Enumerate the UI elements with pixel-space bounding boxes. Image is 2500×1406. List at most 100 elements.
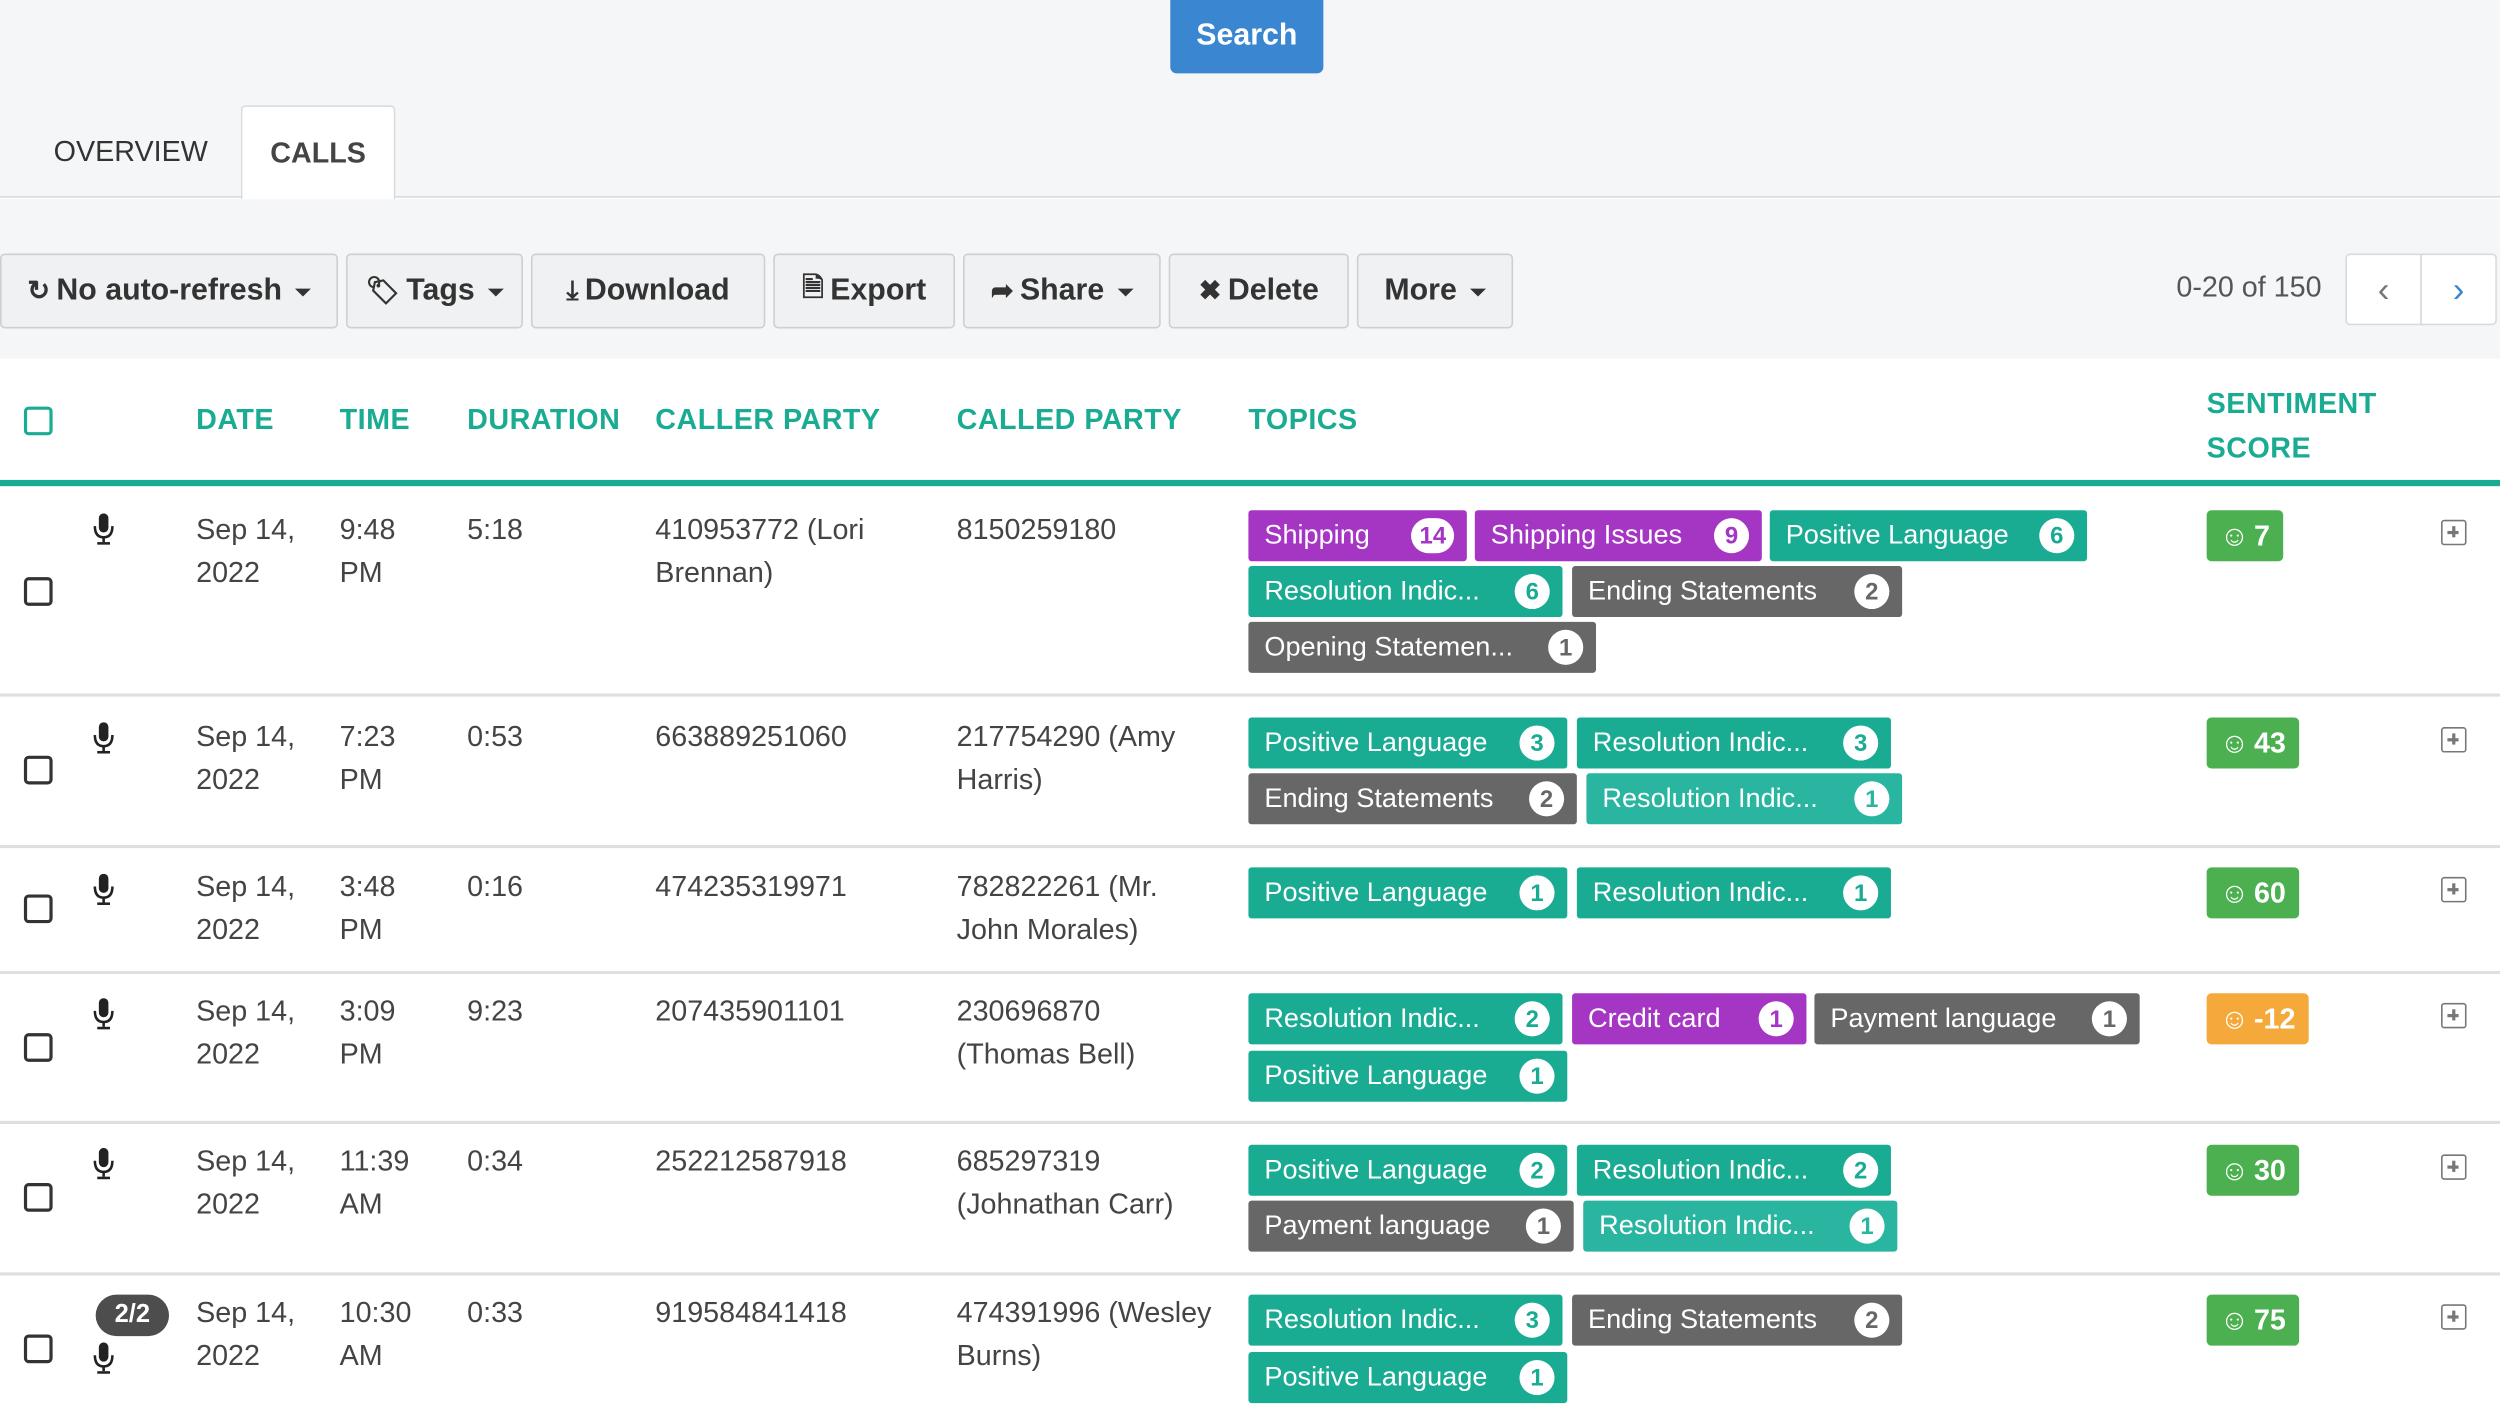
time-cell: 10:30 AM xyxy=(339,1296,412,1372)
topic-tag[interactable]: Credit card 1 xyxy=(1572,993,1807,1045)
auto-refresh-button[interactable]: ↻ No auto-refresh xyxy=(0,253,339,329)
table-row[interactable]: Sep 14, 2022 9:48 PM 5:18 410953772 (Lori B… xyxy=(0,486,2500,697)
topic-tag[interactable]: Resolution Indic... 2 xyxy=(1576,1144,1891,1196)
expand-icon[interactable] xyxy=(2441,519,2467,546)
select-all-checkbox[interactable] xyxy=(23,406,53,436)
caller-party-cell: 252212587918 xyxy=(655,1144,847,1177)
topic-tag[interactable]: Resolution Indic... 1 xyxy=(1586,773,1903,825)
topic-tag[interactable]: Resolution Indic... 2 xyxy=(1248,993,1563,1045)
caller-party-cell: 474235319971 xyxy=(655,870,847,903)
topic-tag[interactable]: Ending Statements 2 xyxy=(1248,773,1577,825)
table-header: DATE TIME DURATION CALLER PARTY CALLED P… xyxy=(0,358,2500,487)
expand-icon[interactable] xyxy=(2441,727,2467,753)
close-icon: ✖ xyxy=(1198,275,1222,306)
file-excel-icon: 🗎 xyxy=(802,272,824,303)
topic-tag[interactable]: Positive Language 1 xyxy=(1248,867,1568,919)
download-label: Download xyxy=(584,273,730,307)
microphone-icon[interactable] xyxy=(92,722,114,754)
chevron-left-icon: ‹ xyxy=(2377,268,2390,309)
expand-icon[interactable] xyxy=(2441,1002,2467,1029)
export-button[interactable]: 🗎 Export xyxy=(773,253,956,329)
topic-tag[interactable]: Payment language 1 xyxy=(1814,993,2140,1045)
called-party-cell: 782822261 (Mr. John Morales) xyxy=(956,870,1158,946)
pager-text: 0-20 of 150 xyxy=(2176,271,2322,303)
topic-tag[interactable]: Positive Language 1 xyxy=(1248,1050,1568,1102)
share-button[interactable]: ➦ Share xyxy=(963,253,1161,329)
row-checkbox[interactable] xyxy=(23,1334,53,1364)
topic-tag[interactable]: Resolution Indic... 3 xyxy=(1576,717,1891,769)
topic-tag[interactable]: Positive Language 6 xyxy=(1769,510,2088,562)
table-row[interactable]: Sep 14, 2022 3:48 PM 0:16 474235319971 782… xyxy=(0,848,2500,975)
caller-party-cell: 663889251060 xyxy=(655,720,847,753)
chevron-down-icon xyxy=(1469,288,1486,297)
topic-tag[interactable]: Payment language 1 xyxy=(1248,1200,1574,1252)
topic-tag[interactable]: Resolution Indic... 6 xyxy=(1248,566,1563,618)
search-button[interactable]: Search xyxy=(1170,0,1324,74)
more-button[interactable]: More xyxy=(1356,253,1514,329)
expand-icon[interactable] xyxy=(2441,876,2467,903)
smile-icon: ☺ xyxy=(2219,1002,2250,1034)
toolbar: ↻ No auto-refresh 🏷︎ Tags ⤓ Download 🗎 E… xyxy=(0,199,2500,359)
table-row[interactable]: Sep 14, 2022 7:23 PM 0:53 663889251060 217… xyxy=(0,696,2500,849)
topic-tag[interactable]: Resolution Indic... 1 xyxy=(1583,1200,1898,1252)
sentiment-badge: ☺ 60 xyxy=(2206,867,2300,919)
table-row[interactable]: Sep 14, 2022 11:39 AM 0:34 252212587918 68… xyxy=(0,1124,2500,1276)
duration-cell: 0:53 xyxy=(467,720,524,753)
delete-button[interactable]: ✖ Delete xyxy=(1168,253,1349,329)
row-checkbox[interactable] xyxy=(23,755,53,785)
tag-icon: 🏷︎ xyxy=(365,275,400,306)
date-cell: Sep 14, 2022 xyxy=(196,994,296,1070)
topic-tag[interactable]: Ending Statements 2 xyxy=(1572,1294,1903,1346)
date-cell: Sep 14, 2022 xyxy=(196,1296,296,1372)
row-checkbox[interactable] xyxy=(23,1183,53,1212)
topic-tag[interactable]: Positive Language 2 xyxy=(1248,1144,1568,1196)
expand-icon[interactable] xyxy=(2441,1154,2467,1180)
topic-tag[interactable]: Positive Language 3 xyxy=(1248,717,1568,769)
header-time[interactable]: TIME xyxy=(340,403,410,436)
time-cell: 3:09 PM xyxy=(339,994,396,1070)
header-duration[interactable]: DURATION xyxy=(467,403,620,436)
header-called-party[interactable]: CALLED PARTY xyxy=(957,403,1182,436)
microphone-icon[interactable] xyxy=(92,513,114,545)
caller-party-cell: 919584841418 xyxy=(655,1296,847,1329)
row-checkbox[interactable] xyxy=(23,894,53,924)
topic-tag[interactable]: Resolution Indic... 1 xyxy=(1576,867,1891,919)
topic-tag[interactable]: Resolution Indic... 3 xyxy=(1248,1294,1563,1346)
header-sentiment-score[interactable]: SENTIMENT SCORE xyxy=(2207,381,2377,470)
table-row[interactable]: Sep 14, 2022 3:09 PM 9:23 207435901101 230… xyxy=(0,974,2500,1125)
tab-overview[interactable]: OVERVIEW xyxy=(29,105,233,199)
topic-tag[interactable]: Shipping 14 xyxy=(1248,510,1467,562)
topic-tag[interactable]: Opening Statemen... 1 xyxy=(1248,621,1596,673)
microphone-icon[interactable] xyxy=(92,998,114,1030)
topic-tag[interactable]: Ending Statements 2 xyxy=(1572,566,1903,618)
expand-icon[interactable] xyxy=(2441,1304,2467,1330)
next-page-button[interactable]: › xyxy=(2420,253,2497,326)
header-sentiment-line1: SENTIMENT xyxy=(2206,387,2377,420)
row-checkbox[interactable] xyxy=(23,1033,53,1062)
header-sentiment-line2: SCORE xyxy=(2206,432,2312,464)
tags-button[interactable]: 🏷︎ Tags xyxy=(345,253,523,329)
smile-icon: ☺ xyxy=(2219,518,2250,551)
row-checkbox[interactable] xyxy=(23,577,53,606)
duration-cell: 0:34 xyxy=(467,1144,524,1177)
delete-label: Delete xyxy=(1227,273,1319,307)
tags-label: Tags xyxy=(406,273,475,307)
share-icon: ➦ xyxy=(990,275,1014,306)
microphone-icon[interactable] xyxy=(92,1342,114,1374)
table-row[interactable]: 2/2 Sep 14, 2022 10:30 AM 0:33 91958484141… xyxy=(0,1275,2500,1406)
microphone-icon[interactable] xyxy=(92,873,114,906)
header-caller-party[interactable]: CALLER PARTY xyxy=(655,403,880,436)
sentiment-badge: ☺ -12 xyxy=(2206,993,2309,1045)
header-topics[interactable]: TOPICS xyxy=(1248,403,1357,436)
topic-tag[interactable]: Positive Language 1 xyxy=(1248,1352,1568,1404)
prev-page-button[interactable]: ‹ xyxy=(2345,253,2422,326)
header-date[interactable]: DATE xyxy=(196,403,274,436)
duration-cell: 0:33 xyxy=(467,1296,524,1329)
topic-tag[interactable]: Shipping Issues 9 xyxy=(1474,510,1762,562)
microphone-icon[interactable] xyxy=(92,1147,114,1180)
download-button[interactable]: ⤓ Download xyxy=(530,253,766,329)
tab-calls[interactable]: CALLS xyxy=(240,105,396,200)
called-party-cell: 8150259180 xyxy=(956,513,1117,546)
sentiment-badge: ☺ 43 xyxy=(2206,717,2300,769)
called-party-cell: 685297319 (Johnathan Carr) xyxy=(956,1144,1174,1220)
